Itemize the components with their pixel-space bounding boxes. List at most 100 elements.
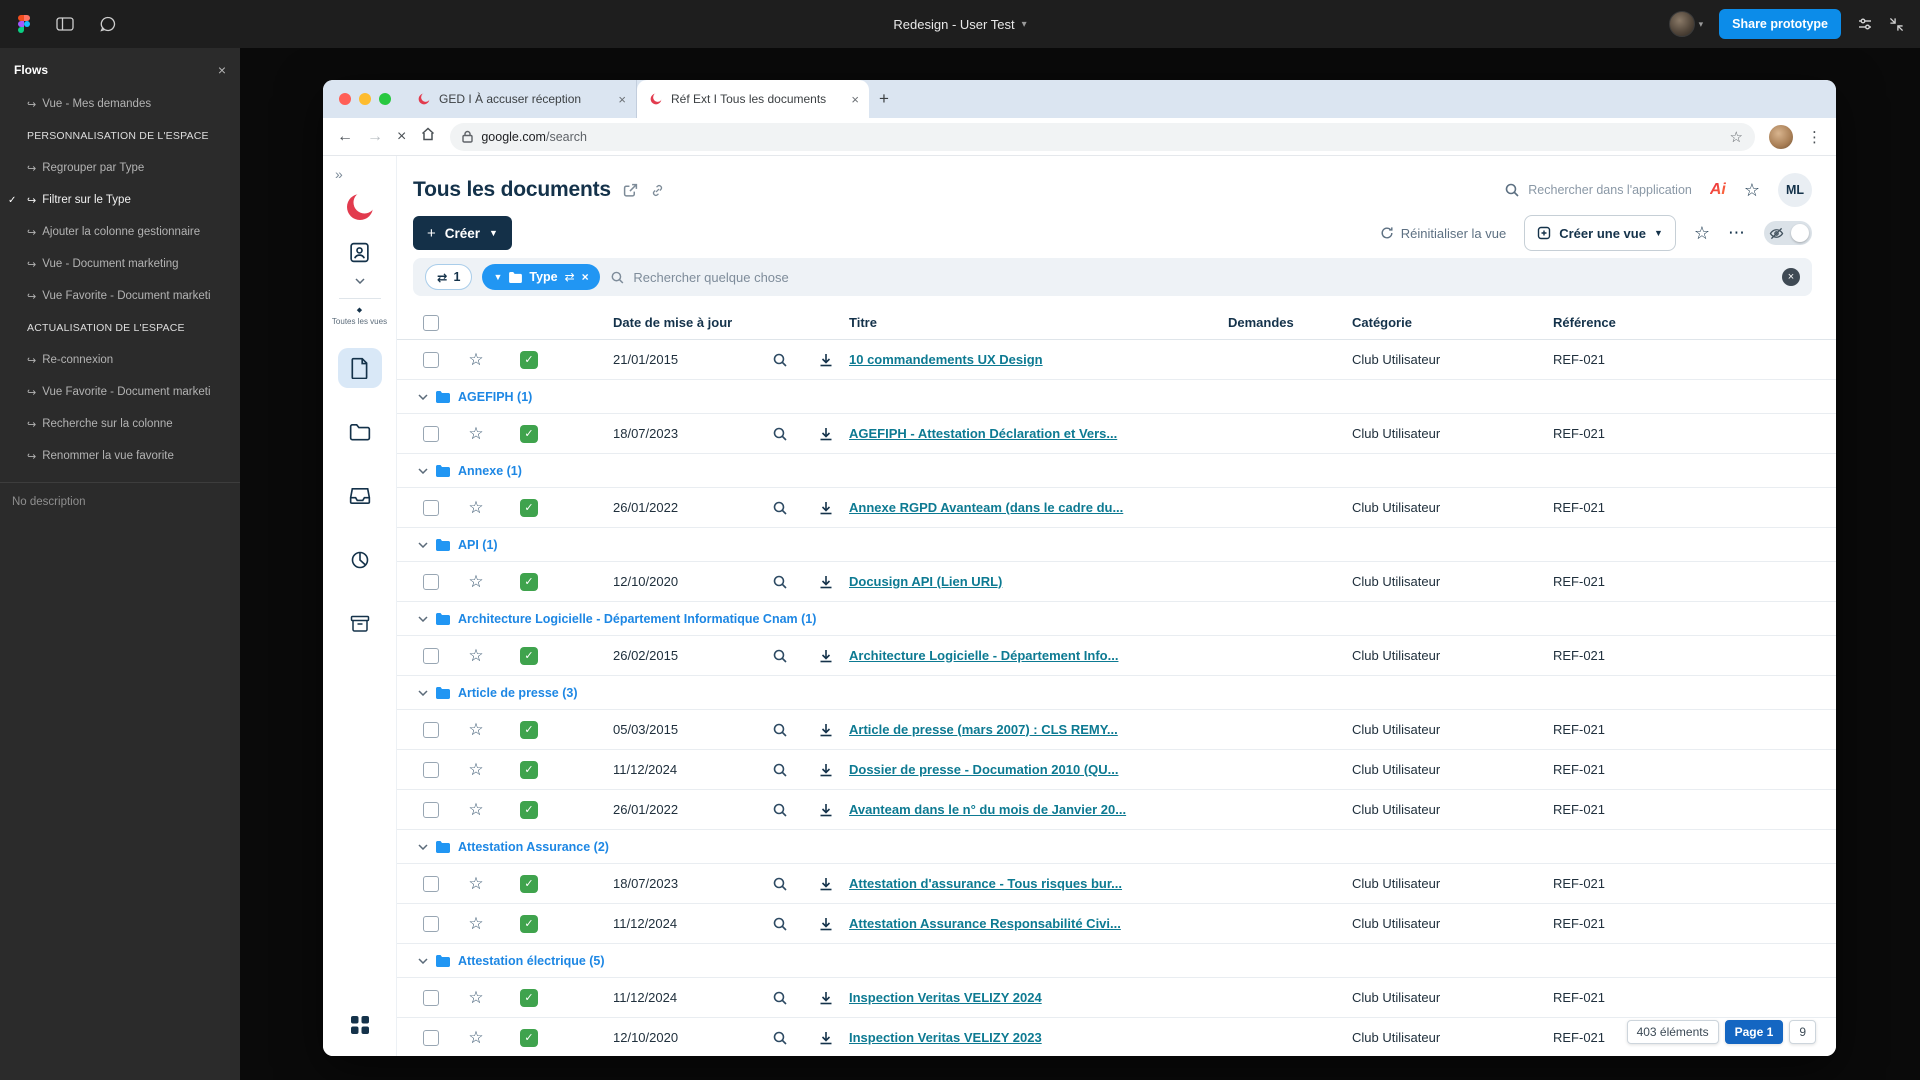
download-icon[interactable] (803, 1030, 849, 1046)
flow-item[interactable]: ✓ ↪ Vue - Mes demandes (0, 88, 240, 120)
favorite-star-icon[interactable]: ☆ (451, 800, 501, 820)
filter-count-chip[interactable]: ⇄ 1 (425, 264, 473, 290)
group-label[interactable]: Architecture Logicielle - Département In… (458, 612, 816, 626)
share-prototype-button[interactable]: Share prototype (1719, 9, 1841, 39)
group-label[interactable]: Attestation électrique (5) (458, 954, 605, 968)
flow-item[interactable]: ✓ ↪ Ajouter la colonne gestionnaire (0, 216, 240, 248)
tab-close-icon[interactable]: × (851, 92, 859, 107)
browser-tab[interactable]: GED I À accuser réception × (405, 80, 637, 118)
user-avatar-menu[interactable]: ▾ (1668, 11, 1703, 37)
favorite-star-icon[interactable]: ☆ (451, 720, 501, 740)
nav-folders-icon[interactable] (338, 412, 382, 452)
row-checkbox[interactable] (423, 647, 439, 664)
favorite-star-icon[interactable]: ☆ (451, 350, 501, 370)
download-icon[interactable] (803, 574, 849, 590)
preview-search-icon[interactable] (757, 574, 803, 590)
column-category[interactable]: Catégorie (1352, 315, 1553, 330)
flow-item[interactable]: ✓ ↪ Recherche sur la colonne (0, 408, 240, 440)
preview-search-icon[interactable] (757, 352, 803, 368)
last-page-button[interactable]: 9 (1789, 1020, 1816, 1044)
open-external-icon[interactable] (623, 183, 638, 198)
preview-search-icon[interactable] (757, 426, 803, 442)
chevron-down-icon[interactable] (418, 393, 428, 400)
group-row[interactable]: Attestation Assurance (2) (397, 830, 1836, 864)
row-checkbox[interactable] (423, 425, 439, 442)
flow-item[interactable]: ✓ ↪ Regrouper par Type (0, 152, 240, 184)
address-bar[interactable]: google.com/search ☆ (450, 122, 1755, 151)
user-initials-avatar[interactable]: ML (1778, 173, 1812, 207)
download-icon[interactable] (803, 648, 849, 664)
row-checkbox[interactable] (423, 989, 439, 1006)
window-minimize-button[interactable] (359, 93, 371, 105)
remove-filter-icon[interactable]: × (582, 270, 589, 284)
current-page-badge[interactable]: Page 1 (1724, 1020, 1784, 1044)
close-icon[interactable]: × (218, 62, 226, 78)
preview-search-icon[interactable] (757, 990, 803, 1006)
preview-search-icon[interactable] (757, 722, 803, 738)
collapse-view-icon[interactable] (1889, 17, 1904, 32)
home-icon[interactable] (420, 126, 436, 147)
row-checkbox[interactable] (423, 351, 439, 368)
group-label[interactable]: Annexe (1) (458, 464, 522, 478)
app-logo-icon[interactable] (343, 190, 377, 229)
preview-search-icon[interactable] (757, 802, 803, 818)
download-icon[interactable] (803, 916, 849, 932)
chevron-down-icon[interactable] (418, 843, 428, 850)
favorite-star-icon[interactable]: ☆ (451, 914, 501, 934)
group-row[interactable]: Article de presse (3) (397, 676, 1836, 710)
settings-sliders-icon[interactable] (1857, 16, 1873, 32)
type-filter-chip[interactable]: ▼ Type ⇄ × (482, 264, 600, 290)
sidebar-toggle-icon[interactable] (56, 17, 74, 31)
favorite-star-icon[interactable]: ☆ (451, 874, 501, 894)
preview-search-icon[interactable] (757, 648, 803, 664)
browser-tab-active[interactable]: Réf Ext I Tous les documents × (637, 80, 869, 118)
row-title-link[interactable]: Inspection Veritas VELIZY 2024 (849, 990, 1042, 1005)
group-row[interactable]: Annexe (1) (397, 454, 1836, 488)
comment-icon[interactable] (100, 16, 116, 32)
forward-icon[interactable]: → (367, 128, 383, 146)
back-icon[interactable]: ← (337, 128, 353, 146)
column-title[interactable]: Titre (849, 315, 1228, 330)
row-title-link[interactable]: Avanteam dans le n° du mois de Janvier 2… (849, 802, 1126, 817)
preview-search-icon[interactable] (757, 500, 803, 516)
nav-reports-icon[interactable] (338, 540, 382, 580)
select-all-checkbox[interactable] (423, 314, 439, 331)
group-row[interactable]: Attestation électrique (5) (397, 944, 1836, 978)
chevron-down-icon[interactable] (418, 541, 428, 548)
favorite-star-icon[interactable]: ☆ (451, 1028, 501, 1048)
visibility-toggle[interactable] (1764, 221, 1812, 245)
table-search[interactable] (610, 269, 1772, 285)
window-close-button[interactable] (339, 93, 351, 105)
group-row[interactable]: API (1) (397, 528, 1836, 562)
group-label[interactable]: Attestation Assurance (2) (458, 840, 609, 854)
row-title-link[interactable]: Article de presse (mars 2007) : CLS REMY… (849, 722, 1118, 737)
row-checkbox[interactable] (423, 721, 439, 738)
favorite-star-icon[interactable]: ☆ (451, 572, 501, 592)
preview-search-icon[interactable] (757, 876, 803, 892)
tab-close-icon[interactable]: × (618, 92, 626, 107)
download-icon[interactable] (803, 762, 849, 778)
figma-logo-icon[interactable] (18, 15, 30, 33)
nav-archive-icon[interactable] (338, 604, 382, 644)
all-views-item[interactable]: ◆ Toutes les vues (332, 306, 387, 326)
row-checkbox[interactable] (423, 875, 439, 892)
reset-view-button[interactable]: Réinitialiser la vue (1380, 226, 1506, 241)
row-title-link[interactable]: Attestation d'assurance - Tous risques b… (849, 876, 1122, 891)
clear-search-icon[interactable]: × (1782, 268, 1800, 286)
nav-documents-icon[interactable] (337, 348, 382, 388)
favorite-star-icon[interactable]: ☆ (451, 424, 501, 444)
row-checkbox[interactable] (423, 801, 439, 818)
column-reference[interactable]: Référence (1553, 315, 1836, 330)
row-title-link[interactable]: Attestation Assurance Responsabilité Civ… (849, 916, 1121, 931)
column-date[interactable]: Date de mise à jour (613, 315, 757, 330)
group-row[interactable]: AGEFIPH (1) (397, 380, 1836, 414)
favorite-star-icon[interactable]: ☆ (451, 988, 501, 1008)
chevron-down-icon[interactable] (418, 689, 428, 696)
ai-logo-icon[interactable]: Ai (1710, 181, 1726, 199)
row-checkbox[interactable] (423, 761, 439, 778)
prototype-title-menu[interactable]: Redesign - User Test ▾ (893, 17, 1026, 32)
group-label[interactable]: Article de presse (3) (458, 686, 578, 700)
window-zoom-button[interactable] (379, 93, 391, 105)
create-view-button[interactable]: Créer une vue ▼ (1524, 215, 1676, 251)
flow-item[interactable]: ✓ ↪ Filtrer sur le Type (0, 184, 240, 216)
